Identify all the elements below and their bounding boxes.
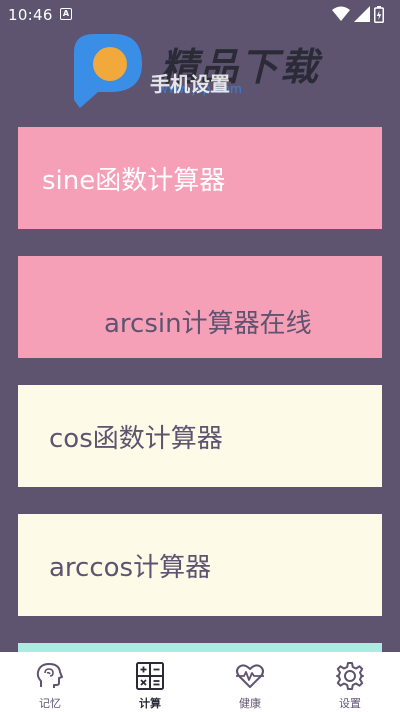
wifi-icon <box>332 6 350 21</box>
nav-label-settings: 设置 <box>339 697 361 710</box>
card-arccos-calculator[interactable]: arccos计算器 <box>18 514 382 616</box>
brain-head-icon <box>36 663 63 688</box>
nav-label-calculate: 计算 <box>139 697 161 710</box>
nav-item-settings[interactable]: 设置 <box>300 652 400 712</box>
nav-label-memory: 记忆 <box>39 697 61 710</box>
gear-icon <box>336 662 364 690</box>
app-notification-icon: A <box>60 8 72 20</box>
bottom-nav: 记忆 计算 健康 设置 <box>0 652 400 712</box>
nav-item-health[interactable]: 健康 <box>200 652 300 712</box>
card-label: sine函数计算器 <box>42 165 226 196</box>
watermark-logo-icon <box>74 34 142 108</box>
heart-pulse-icon <box>236 664 264 688</box>
battery-icon <box>374 6 384 23</box>
card-label: arccos计算器 <box>49 552 212 583</box>
header: 精品下载 www.jsp.com 手机设置 <box>0 30 400 120</box>
page-title: 手机设置 <box>150 72 230 96</box>
card-label: arcsin计算器在线 <box>104 309 312 339</box>
status-time: 10:46 <box>8 6 53 24</box>
status-icons <box>332 6 392 23</box>
nav-item-memory[interactable]: 记忆 <box>0 652 100 712</box>
status-bar: 10:46 A <box>0 0 400 30</box>
card-cos-calculator[interactable]: cos函数计算器 <box>18 385 382 487</box>
nav-item-calculate[interactable]: 计算 <box>100 652 200 712</box>
card-label: cos函数计算器 <box>49 423 223 454</box>
nav-label-health: 健康 <box>239 697 261 710</box>
signal-icon <box>354 6 370 22</box>
calculator-icon <box>136 662 164 690</box>
card-sine-calculator[interactable]: sine函数计算器 <box>18 127 382 229</box>
card-arcsin-calculator[interactable]: arcsin计算器在线 <box>18 256 382 358</box>
